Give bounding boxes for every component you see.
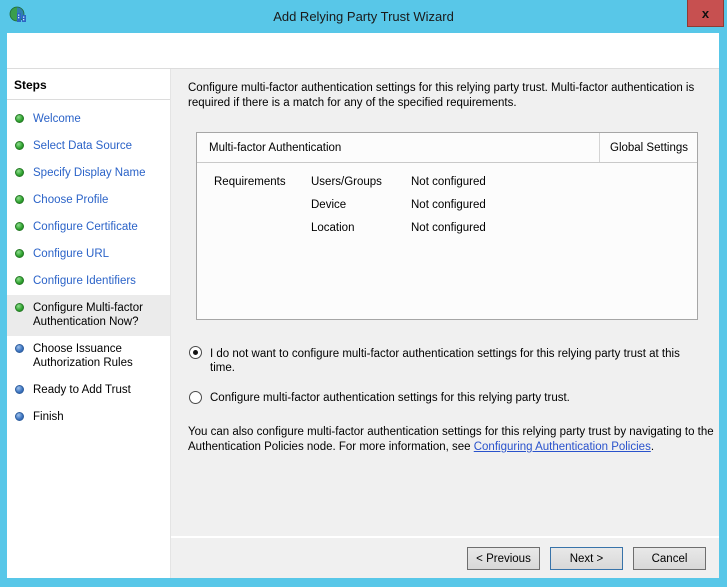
cancel-button[interactable]: Cancel <box>633 547 706 570</box>
step-item-configure-url: Configure URL <box>7 241 170 268</box>
wizard-header-band <box>7 33 719 69</box>
step-label: Choose Issuance Authorization Rules <box>33 342 166 370</box>
dialog-body: Steps Welcome Select Data Source Specify… <box>7 33 719 578</box>
table-row-users-groups: Users/Groups Not configured <box>311 176 486 188</box>
step-label: Select Data Source <box>33 139 132 153</box>
page-description: Configure multi-factor authentication se… <box>188 81 716 111</box>
step-done-icon <box>15 222 24 231</box>
step-label: Welcome <box>33 112 81 126</box>
step-item-configure-mfa-now: Configure Multi-factor Authentication No… <box>7 295 170 336</box>
configuring-authentication-policies-link[interactable]: Configuring Authentication Policies <box>474 441 651 453</box>
step-upcoming-icon <box>15 385 24 394</box>
step-upcoming-icon <box>15 344 24 353</box>
step-current-icon <box>15 303 24 312</box>
step-label: Configure Identifiers <box>33 274 136 288</box>
step-done-icon <box>15 195 24 204</box>
step-item-select-data-source: Select Data Source <box>7 133 170 160</box>
step-done-icon <box>15 141 24 150</box>
table-header-mfa: Multi-factor Authentication <box>197 133 599 162</box>
step-done-icon <box>15 168 24 177</box>
requirement-name: Device <box>311 199 411 211</box>
wizard-page: Configure multi-factor authentication se… <box>171 69 719 578</box>
wizard-window: Add Relying Party Trust Wizard x Steps W… <box>0 0 727 587</box>
footnote: You can also configure multi-factor auth… <box>188 425 719 455</box>
option-configure-mfa[interactable]: Configure multi-factor authentication se… <box>189 391 704 406</box>
step-item-choose-profile: Choose Profile <box>7 187 170 214</box>
step-label: Configure Certificate <box>33 220 138 234</box>
option-skip-mfa[interactable]: I do not want to configure multi-factor … <box>189 346 704 375</box>
table-header: Multi-factor Authentication Global Setti… <box>197 133 697 163</box>
footer-bar: < Previous Next > Cancel <box>171 536 719 578</box>
titlebar: Add Relying Party Trust Wizard x <box>0 0 727 33</box>
step-done-icon <box>15 114 24 123</box>
close-icon: x <box>702 7 709 20</box>
requirement-value: Not configured <box>411 222 486 234</box>
requirement-name: Users/Groups <box>311 176 411 188</box>
step-item-configure-identifiers: Configure Identifiers <box>7 268 170 295</box>
step-upcoming-icon <box>15 412 24 421</box>
step-label: Ready to Add Trust <box>33 383 131 397</box>
steps-header: Steps <box>7 78 170 100</box>
requirements-label: Requirements <box>214 176 311 245</box>
option-label: I do not want to configure multi-factor … <box>210 346 704 375</box>
mfa-settings-table: Multi-factor Authentication Global Setti… <box>196 132 698 320</box>
close-button[interactable]: x <box>687 0 724 27</box>
step-item-welcome: Welcome <box>7 106 170 133</box>
radio-selected-icon[interactable] <box>189 346 202 359</box>
requirement-value: Not configured <box>411 176 486 188</box>
table-row-location: Location Not configured <box>311 222 486 234</box>
table-row-device: Device Not configured <box>311 199 486 211</box>
step-label: Choose Profile <box>33 193 108 207</box>
step-item-configure-certificate: Configure Certificate <box>7 214 170 241</box>
step-item-specify-display-name: Specify Display Name <box>7 160 170 187</box>
steps-sidebar: Steps Welcome Select Data Source Specify… <box>7 69 171 578</box>
step-done-icon <box>15 276 24 285</box>
step-item-choose-issuance-authorization-rules: Choose Issuance Authorization Rules <box>7 336 170 377</box>
footnote-period: . <box>651 441 654 453</box>
step-label: Specify Display Name <box>33 166 145 180</box>
requirement-value: Not configured <box>411 199 486 211</box>
table-header-global-settings: Global Settings <box>599 133 697 162</box>
previous-button[interactable]: < Previous <box>467 547 540 570</box>
step-item-ready-to-add-trust: Ready to Add Trust <box>7 377 170 404</box>
page-content: Configure multi-factor authentication se… <box>171 69 719 536</box>
radio-unselected-icon[interactable] <box>189 391 202 404</box>
adfs-app-icon <box>9 6 27 24</box>
step-label: Finish <box>33 410 64 424</box>
step-item-finish: Finish <box>7 404 170 431</box>
step-label: Configure URL <box>33 247 109 261</box>
requirement-name: Location <box>311 222 411 234</box>
next-button[interactable]: Next > <box>550 547 623 570</box>
step-done-icon <box>15 249 24 258</box>
option-label: Configure multi-factor authentication se… <box>210 391 570 406</box>
table-body: Requirements Users/Groups Not configured… <box>197 163 697 245</box>
window-title: Add Relying Party Trust Wizard <box>273 9 454 24</box>
step-label: Configure Multi-factor Authentication No… <box>33 301 166 329</box>
steps-list: Welcome Select Data Source Specify Displ… <box>7 106 170 431</box>
